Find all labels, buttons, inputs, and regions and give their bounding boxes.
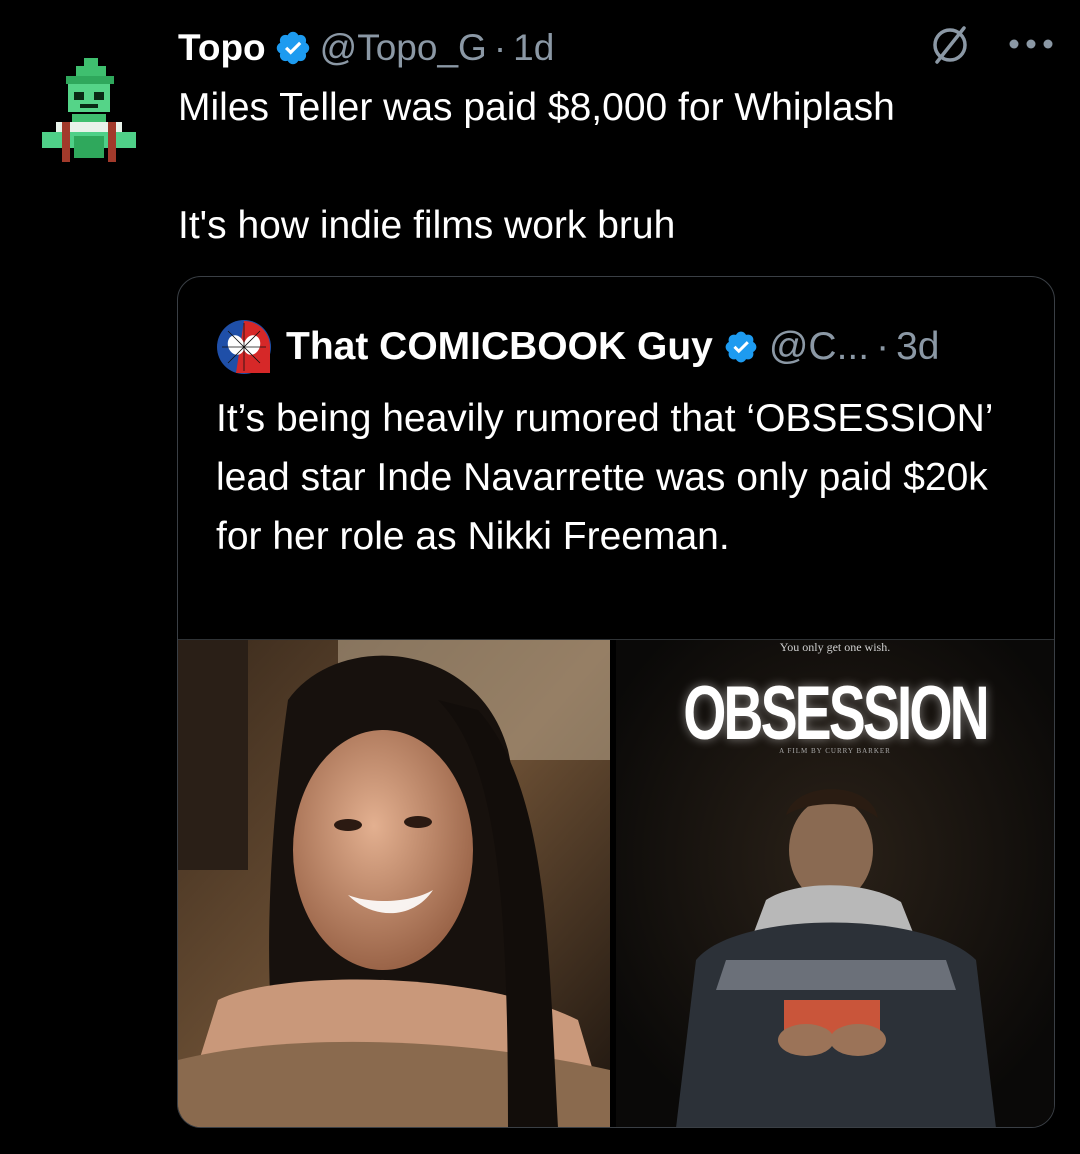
separator: · — [493, 27, 507, 68]
pixel-elf-avatar-icon — [42, 58, 136, 162]
tweet-actions — [928, 22, 1056, 66]
quoted-tweet-time[interactable]: 3d — [896, 325, 939, 369]
tweet-text: Miles Teller was paid $8,000 for Whiplas… — [178, 84, 1038, 249]
edit-icon[interactable] — [928, 22, 972, 66]
spider-man-mask-avatar-icon[interactable] — [216, 319, 272, 375]
poster-title: OBSESSION — [683, 671, 990, 756]
separator: · — [876, 325, 890, 368]
author-handle[interactable]: @Topo_G — [320, 27, 487, 69]
actress-photo[interactable] — [178, 640, 610, 1127]
tweet-text-line: Miles Teller was paid $8,000 for Whiplas… — [178, 86, 895, 129]
poster-credit: A FILM BY CURRY BARKER — [779, 747, 891, 755]
tweet-time[interactable]: 1d — [513, 27, 554, 69]
quoted-tweet-card[interactable]: That COMICBOOK Guy @C... · 3d It’s being… — [177, 276, 1055, 1128]
tweet-text-line: It's how indie films work bruh — [178, 204, 676, 247]
obsession-poster[interactable]: You only get one wish. OBSESSION A FILM … — [616, 640, 1054, 1127]
author-avatar[interactable] — [36, 52, 142, 164]
actress-photo-image — [178, 640, 610, 1127]
quoted-tweet-text: It’s being heavily rumored that ‘OBSESSI… — [216, 397, 993, 558]
author-display-name[interactable]: Topo — [178, 27, 266, 69]
tweet-header: Topo @Topo_G · 1d — [178, 24, 554, 72]
more-options-icon[interactable] — [1006, 29, 1056, 59]
verified-badge-icon — [725, 331, 757, 363]
poster-tagline: You only get one wish. — [779, 640, 891, 654]
quoted-author-display-name[interactable]: That COMICBOOK Guy — [286, 325, 713, 369]
quoted-tweet-header: That COMICBOOK Guy @C... · 3d — [216, 319, 940, 375]
quoted-tweet-media: You only get one wish. OBSESSION A FILM … — [178, 639, 1054, 1127]
quoted-author-handle[interactable]: @C... — [769, 325, 869, 369]
verified-badge-icon — [276, 31, 309, 65]
